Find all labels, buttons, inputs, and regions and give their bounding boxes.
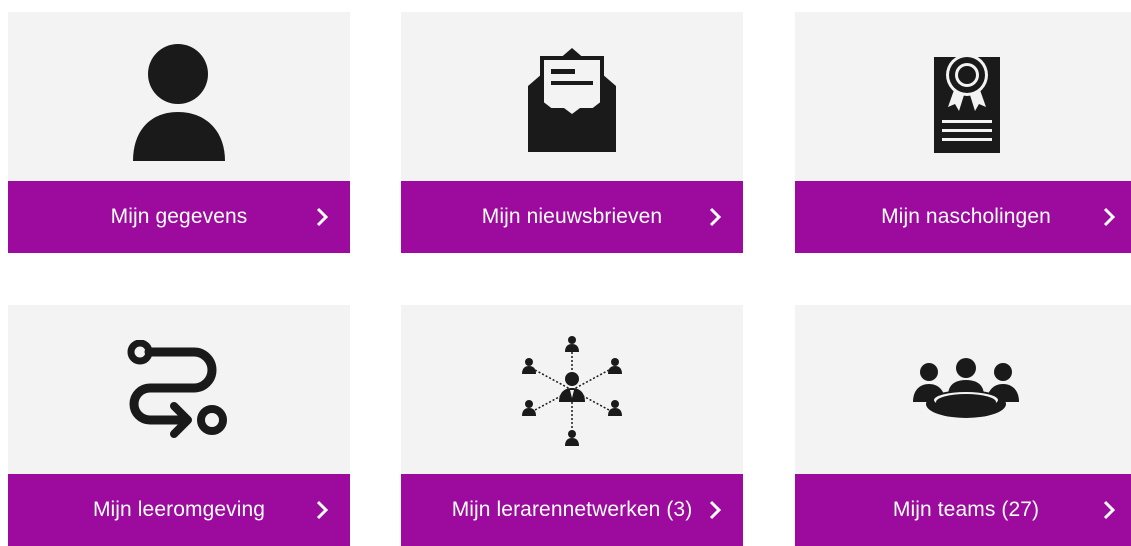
tile-icon-area (8, 12, 350, 181)
tile-label: Mijn nieuwsbrieven (481, 205, 663, 228)
chevron-right-icon (1103, 500, 1116, 520)
tile-bar[interactable]: Mijn gegevens (8, 181, 350, 253)
chevron-right-icon (709, 500, 722, 520)
tile-label: Mijn lerarennetwerken (3) (451, 498, 693, 521)
tile-icon-area (401, 12, 743, 181)
user-icon (129, 32, 229, 162)
tile-mijn-nascholingen[interactable]: Mijn nascholingen (795, 12, 1131, 253)
learning-path-icon (124, 339, 234, 440)
tile-label: Mijn gegevens (110, 205, 248, 228)
tile-label: Mijn nascholingen (881, 205, 1051, 228)
tile-bar[interactable]: Mijn leeromgeving (8, 474, 350, 546)
tile-mijn-nieuwsbrieven[interactable]: Mijn nieuwsbrieven (401, 12, 743, 253)
tile-bar[interactable]: Mijn nascholingen (795, 181, 1131, 253)
network-icon (517, 332, 627, 448)
tile-icon-area (401, 305, 743, 474)
tile-icon-area (795, 305, 1131, 474)
tile-label: Mijn teams (27) (892, 498, 1040, 521)
newsletter-envelope-icon (524, 38, 620, 156)
tile-icon-area (795, 12, 1131, 181)
tile-label: Mijn leeromgeving (92, 498, 266, 521)
tile-mijn-teams[interactable]: Mijn teams (27) (795, 305, 1131, 546)
tile-bar[interactable]: Mijn teams (27) (795, 474, 1131, 546)
certificate-icon (926, 35, 1006, 159)
chevron-right-icon (316, 207, 329, 227)
team-meeting-icon (911, 357, 1021, 422)
tile-bar[interactable]: Mijn lerarennetwerken (3) (401, 474, 743, 546)
chevron-right-icon (316, 500, 329, 520)
tile-mijn-leeromgeving[interactable]: Mijn leeromgeving (8, 305, 350, 546)
tile-mijn-lerarennetwerken[interactable]: Mijn lerarennetwerken (3) (401, 305, 743, 546)
tile-icon-area (8, 305, 350, 474)
chevron-right-icon (709, 207, 722, 227)
tile-bar[interactable]: Mijn nieuwsbrieven (401, 181, 743, 253)
chevron-right-icon (1103, 207, 1116, 227)
tile-mijn-gegevens[interactable]: Mijn gegevens (8, 12, 350, 253)
